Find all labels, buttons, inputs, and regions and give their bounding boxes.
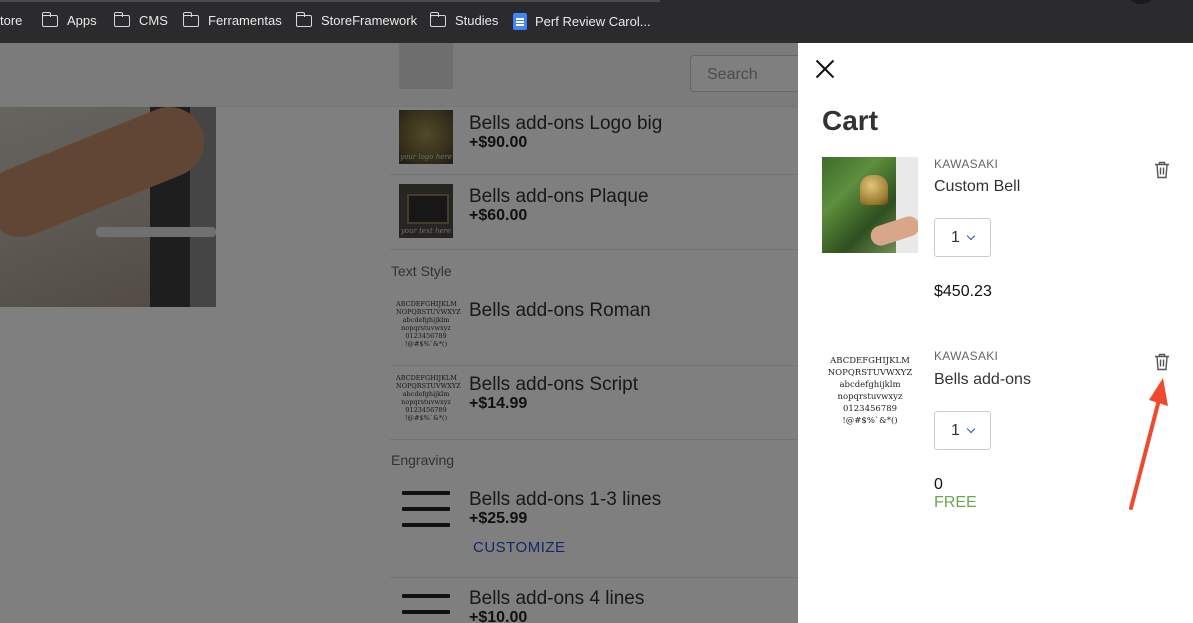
bookmark-label: CMS: [139, 13, 168, 28]
bookmark-perf-review[interactable]: Perf Review Carol...: [513, 13, 651, 30]
folder-icon: [113, 11, 130, 27]
font-sample-line: abcdefghijklm: [839, 380, 901, 390]
product-image[interactable]: ABCDEFGHIJKLM NOPQRSTUVWXYZ abcdefghijkl…: [822, 349, 918, 445]
bookmark-cms[interactable]: CMS: [113, 11, 168, 28]
bookmark-ferramentas[interactable]: Ferramentas: [182, 11, 282, 28]
folder-icon: [182, 11, 199, 27]
trash-icon[interactable]: [1154, 353, 1170, 371]
folder-icon: [41, 11, 58, 27]
bookmark-label: StoreFramework: [321, 13, 418, 28]
bookmark-apps[interactable]: Apps: [41, 11, 97, 28]
close-icon[interactable]: [814, 58, 836, 80]
font-sample-line: 0123456789: [842, 404, 898, 414]
product-name[interactable]: Bells add-ons: [934, 371, 1031, 389]
bookmark-label: Ferramentas: [208, 13, 282, 28]
bookmark-store[interactable]: tore: [0, 13, 22, 28]
chevron-down-icon: [966, 424, 976, 434]
google-doc-icon: [513, 13, 527, 30]
trash-icon[interactable]: [1154, 161, 1170, 179]
cart-drawer: Cart KAWASAKI Custom Bell 1 $450.23 ABCD…: [798, 43, 1193, 623]
bookmark-storeframework[interactable]: StoreFramework: [295, 11, 418, 28]
quantity-selector[interactable]: 1: [934, 411, 991, 450]
bookmark-studies[interactable]: Studies: [429, 11, 499, 28]
product-name[interactable]: Custom Bell: [934, 178, 1020, 196]
product-brand: KAWASAKI: [934, 157, 999, 171]
font-sample-image: ABCDEFGHIJKLM NOPQRSTUVWXYZ abcdefghijkl…: [822, 355, 918, 427]
item-price: $450.23: [934, 283, 992, 300]
quantity-value: 1: [951, 228, 960, 246]
quantity-selector[interactable]: 1: [934, 218, 991, 257]
chevron-down-icon: [966, 231, 976, 241]
product-image[interactable]: [822, 157, 918, 253]
bookmark-label: Studies: [455, 13, 499, 28]
cart-item: ABCDEFGHIJKLM NOPQRSTUVWXYZ abcdefghijkl…: [822, 349, 1172, 519]
bookmarks-bar: tore Apps CMS Ferramentas StoreFramework…: [0, 0, 1193, 43]
modal-backdrop[interactable]: [0, 43, 798, 623]
tab-strip-edge: [0, 0, 660, 2]
product-brand: KAWASAKI: [934, 349, 999, 363]
font-sample-line: nopqrstuvwxyz: [837, 392, 903, 402]
cart-item: KAWASAKI Custom Bell 1 $450.23: [822, 157, 1172, 317]
bell-shape: [860, 175, 888, 205]
font-sample-line: !@#$%`&*(): [842, 416, 898, 426]
free-label: FREE: [934, 494, 977, 511]
font-sample-line: NOPQRSTUVWXYZ: [827, 368, 913, 378]
quantity-value: 1: [951, 421, 960, 439]
cart-title: Cart: [822, 105, 879, 136]
item-price: 0: [934, 476, 943, 493]
profile-avatar-edge[interactable]: [1129, 0, 1153, 4]
bookmark-label: Apps: [67, 13, 97, 28]
bookmark-label: tore: [0, 13, 23, 28]
folder-icon: [429, 11, 446, 27]
font-sample-line: ABCDEFGHIJKLM: [830, 356, 910, 366]
folder-icon: [295, 11, 312, 27]
bookmark-label: Perf Review Carol...: [535, 14, 651, 29]
